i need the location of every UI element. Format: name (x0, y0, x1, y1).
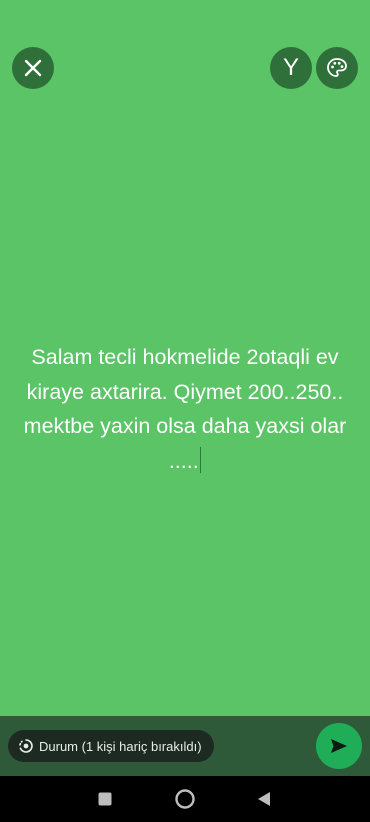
home-circle-icon (175, 789, 195, 809)
status-ring-icon (18, 738, 34, 754)
color-palette-button[interactable] (316, 47, 358, 89)
back-button[interactable] (251, 786, 277, 812)
audience-chip[interactable]: Durum (1 kişi hariç bırakıldı) (8, 730, 214, 762)
recents-square-icon (98, 792, 112, 806)
status-text-input[interactable]: Salam tecli hokmelide 2otaqli ev kiraye … (20, 340, 350, 478)
home-button[interactable] (172, 786, 198, 812)
back-triangle-icon (258, 792, 270, 806)
text-cursor (199, 446, 202, 473)
composer-bar: Durum (1 kişi hariç bırakıldı) (0, 716, 370, 776)
palette-icon (327, 58, 347, 77)
close-button[interactable] (12, 47, 54, 89)
recents-button[interactable] (92, 786, 118, 812)
send-icon (331, 739, 347, 753)
system-navigation-bar (0, 776, 370, 822)
font-style-button[interactable]: Y (270, 47, 312, 89)
send-button[interactable] (316, 723, 362, 769)
status-text-content: Salam tecli hokmelide 2otaqli ev kiraye … (23, 345, 347, 473)
status-canvas[interactable]: Y Salam tecli hokmelide 2otaqli ev kiray… (0, 0, 370, 716)
close-icon (24, 59, 42, 77)
audience-label: Durum (1 kişi hariç bırakıldı) (39, 738, 202, 754)
font-style-label: Y (282, 54, 299, 81)
